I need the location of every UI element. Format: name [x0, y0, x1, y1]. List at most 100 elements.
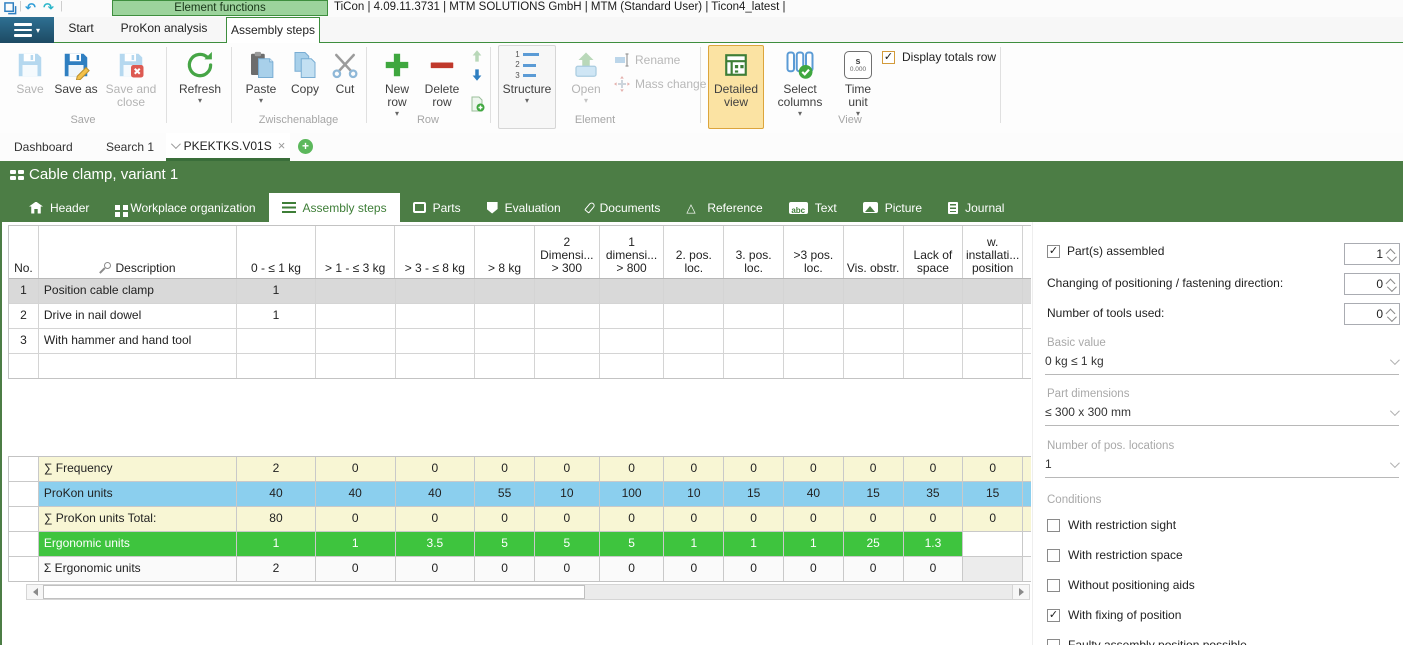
table-cell[interactable] — [784, 279, 844, 303]
mass-change-button[interactable]: Mass change — [614, 76, 706, 92]
chevron-down-icon[interactable] — [171, 139, 181, 149]
tab-parts[interactable]: Parts — [400, 193, 474, 222]
move-down-button[interactable] — [468, 67, 486, 84]
condition-checkbox[interactable] — [1047, 519, 1060, 532]
table-cell[interactable] — [316, 329, 396, 353]
table-cell[interactable] — [963, 279, 1023, 303]
column-header-no[interactable]: No. — [9, 226, 39, 278]
scroll-right-arrow[interactable] — [1012, 585, 1029, 599]
tab-assembly-steps[interactable]: Assembly steps — [226, 17, 320, 43]
doc-tab-dashboard[interactable]: Dashboard — [14, 140, 73, 154]
row-number-cell[interactable]: 3 — [9, 329, 39, 353]
display-totals-row-checkbox[interactable]: ✓ Display totals row — [882, 50, 996, 64]
doc-tab-search[interactable]: Search 1 — [106, 140, 154, 154]
tools-used-spinner[interactable]: 0 — [1344, 303, 1400, 325]
column-header-2-pos-loc[interactable]: 2. pos. loc. — [664, 226, 724, 278]
horizontal-scrollbar[interactable] — [26, 584, 1030, 600]
table-cell[interactable]: 1 — [237, 304, 316, 328]
column-header-lack-of-space[interactable]: Lack of space — [904, 226, 964, 278]
table-cell[interactable] — [664, 329, 724, 353]
table-cell[interactable] — [600, 279, 665, 303]
table-cell[interactable] — [396, 329, 476, 353]
table-cell[interactable] — [904, 279, 964, 303]
doc-tab-active[interactable]: PKEKTKS.V01S × — [166, 133, 290, 161]
table-cell[interactable] — [844, 304, 904, 328]
table-cell[interactable] — [963, 304, 1023, 328]
condition-checkbox[interactable] — [1047, 579, 1060, 592]
column-header-3-8-kg[interactable]: > 3 - ≤ 8 kg — [395, 226, 475, 278]
table-cell[interactable]: 1 — [237, 279, 316, 303]
row-number-cell[interactable]: 1 — [9, 279, 39, 303]
table-cell[interactable] — [600, 304, 665, 328]
table-cell[interactable] — [237, 354, 316, 378]
rename-button[interactable]: Rename — [614, 53, 680, 67]
column-header-description[interactable]: Description — [39, 226, 237, 278]
condition-checkbox[interactable]: ✓ — [1047, 609, 1060, 622]
basic-value-dropdown[interactable]: 0 kg ≤ 1 kg — [1045, 354, 1399, 375]
table-cell[interactable] — [724, 354, 784, 378]
table-cell[interactable] — [535, 279, 600, 303]
column-header-w-installati-position[interactable]: w. installati... position — [963, 226, 1023, 278]
table-cell[interactable] — [664, 354, 724, 378]
table-cell[interactable] — [396, 304, 476, 328]
table-cell[interactable] — [784, 304, 844, 328]
table-cell[interactable] — [535, 354, 600, 378]
table-cell[interactable] — [475, 279, 535, 303]
column-header-8-kg[interactable]: > 8 kg — [475, 226, 535, 278]
row-description-cell[interactable]: Drive in nail dowel — [39, 304, 237, 328]
condition-checkbox[interactable] — [1047, 549, 1060, 562]
column-header-3-pos-loc[interactable]: >3 pos. loc. — [784, 226, 844, 278]
move-up-button[interactable] — [468, 47, 486, 64]
table-cell[interactable] — [600, 329, 665, 353]
tab-picture[interactable]: Picture — [850, 193, 935, 222]
context-tab-element-functions[interactable]: Element functions — [112, 0, 328, 16]
table-cell[interactable] — [316, 304, 396, 328]
tab-reference[interactable]: Reference — [673, 193, 775, 222]
table-cell[interactable] — [475, 304, 535, 328]
column-header-vis-obstr[interactable]: Vis. obstr. — [844, 226, 904, 278]
table-cell[interactable] — [535, 329, 600, 353]
column-header-3-pos-loc[interactable]: 3. pos. loc. — [724, 226, 784, 278]
row-description-cell[interactable] — [39, 354, 237, 378]
table-cell[interactable] — [664, 279, 724, 303]
tab-journal[interactable]: Journal — [935, 193, 1017, 222]
tab-prokon-analysis[interactable]: ProKon analysis — [108, 21, 220, 35]
refresh-button[interactable]: Refresh ▾ — [174, 46, 226, 128]
table-cell[interactable] — [724, 279, 784, 303]
redo-icon[interactable]: ↷ — [43, 0, 54, 16]
row-description-cell[interactable]: Position cable clamp — [39, 279, 237, 303]
tab-start[interactable]: Start — [58, 21, 104, 35]
table-cell[interactable] — [237, 329, 316, 353]
changing-direction-spinner[interactable]: 0 — [1344, 273, 1400, 295]
parts-assembled-checkbox[interactable]: ✓ — [1047, 245, 1060, 258]
part-dimensions-dropdown[interactable]: ≤ 300 x 300 mm — [1045, 405, 1399, 426]
tab-assembly-steps[interactable]: Assembly steps — [269, 193, 400, 222]
column-header-1-3-kg[interactable]: > 1 - ≤ 3 kg — [316, 226, 396, 278]
table-cell[interactable] — [904, 304, 964, 328]
table-cell[interactable] — [784, 329, 844, 353]
row-number-cell[interactable]: 2 — [9, 304, 39, 328]
table-cell[interactable] — [535, 304, 600, 328]
row-description-cell[interactable]: With hammer and hand tool — [39, 329, 237, 353]
table-cell[interactable] — [724, 304, 784, 328]
table-cell[interactable] — [396, 279, 476, 303]
row-number-cell[interactable] — [9, 354, 39, 378]
table-cell[interactable] — [844, 354, 904, 378]
table-cell[interactable] — [963, 354, 1023, 378]
tab-evaluation[interactable]: Evaluation — [474, 193, 574, 222]
tab-documents[interactable]: Documents — [574, 193, 674, 222]
new-tab-button[interactable]: + — [298, 139, 313, 154]
table-cell[interactable] — [316, 279, 396, 303]
table-cell[interactable] — [844, 279, 904, 303]
tab-header[interactable]: Header — [16, 193, 102, 222]
column-header-2-dimensi-300[interactable]: 2 Dimensi... > 300 — [535, 226, 600, 278]
table-cell[interactable] — [904, 329, 964, 353]
tab-workplace-organization[interactable]: Workplace organization — [102, 193, 268, 222]
table-cell[interactable] — [396, 354, 476, 378]
table-cell[interactable] — [784, 354, 844, 378]
table-cell[interactable] — [600, 354, 665, 378]
table-cell[interactable] — [904, 354, 964, 378]
scrollbar-thumb[interactable] — [43, 585, 585, 599]
add-page-button[interactable] — [468, 95, 486, 112]
table-cell[interactable] — [963, 329, 1023, 353]
